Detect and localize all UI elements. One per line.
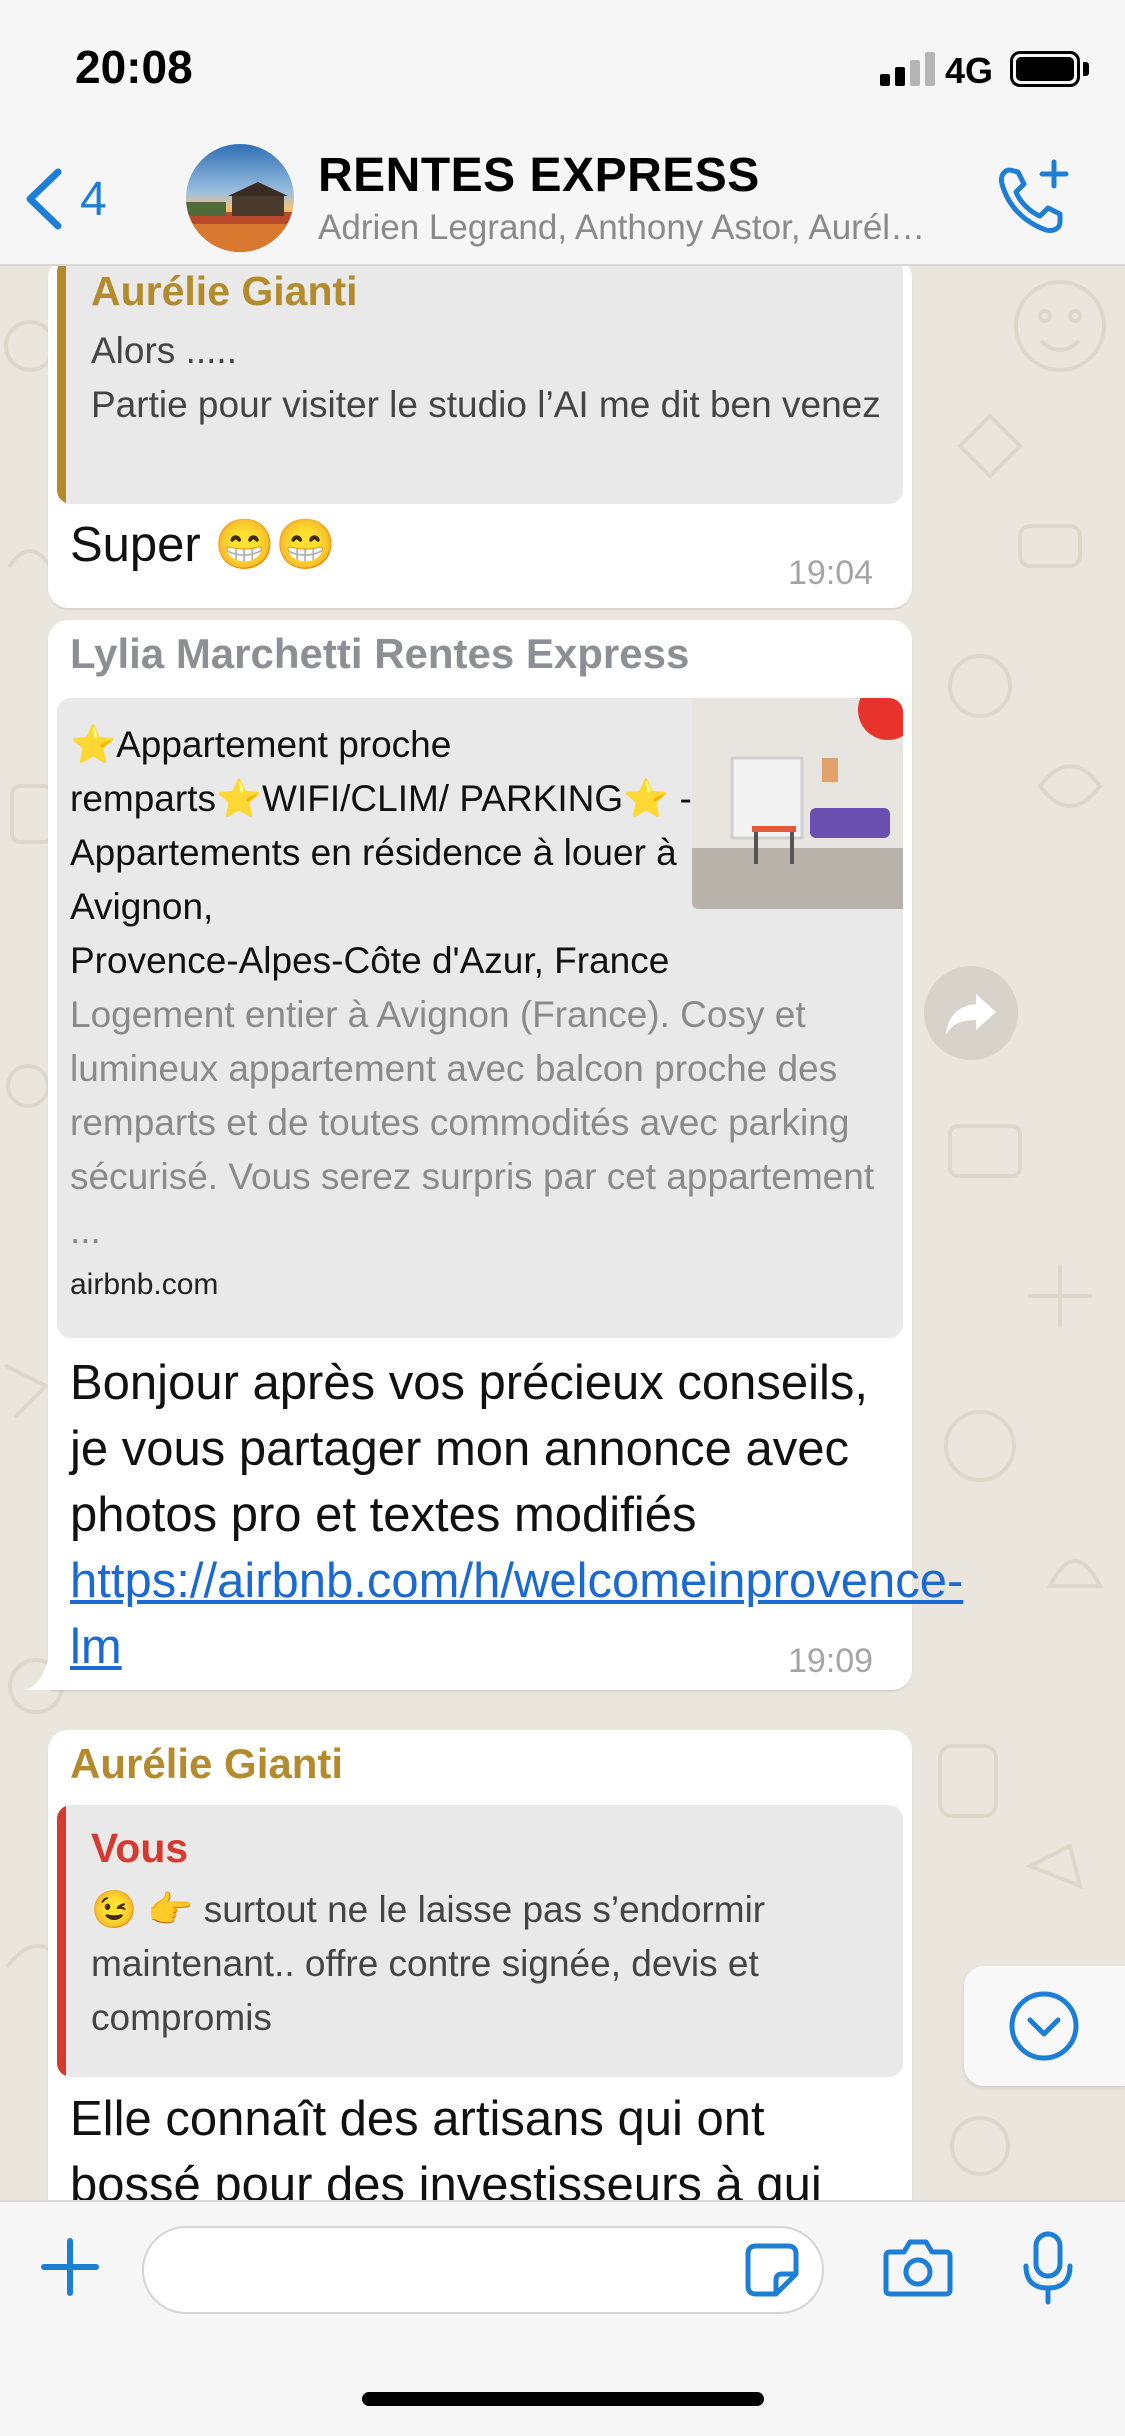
message-time: 19:04 [788,554,874,592]
quoted-message[interactable]: Vous 😉 👉 surtout ne le laisse pas s’endo… [57,1805,903,2077]
camera-icon [883,2239,953,2297]
home-indicator [362,2392,764,2406]
quoted-text: 😉 👉 surtout ne le laisse pas s’endormir … [91,1889,766,2038]
sticker-icon [745,2243,799,2297]
chevron-left-icon [26,168,62,230]
link-preview-title: ⭐Appartement proche remparts⭐WIFI/CLIM/ … [70,724,692,927]
link-preview-title-end: Provence-Alpes-Côte d'Azur, France [70,940,670,981]
status-time: 20:08 [75,41,193,93]
message-list[interactable]: Aurélie Gianti Alors ..... Partie pour v… [0,266,1125,2200]
message-body: Bonjour après vos précieux conseils, je … [70,1356,869,1542]
sender-name: Lylia Marchetti Rentes Express [70,630,690,677]
scroll-to-bottom-button[interactable] [964,1966,1125,2086]
battery-icon [1010,51,1080,87]
phone-plus-icon [999,159,1069,233]
message-bubble[interactable]: Lylia Marchetti Rentes Express ⭐Appartem… [48,620,963,1690]
message-text: Bonjour après vos précieux conseils, je … [70,1350,963,1680]
link-preview-domain: airbnb.com [70,1268,219,1301]
network-type: 4G [945,50,994,91]
signal-strength-icon [880,52,936,86]
message-text: Elle connaît des artisans qui ont bossé … [70,2092,822,2200]
link-preview-card[interactable]: ⭐Appartement proche remparts⭐WIFI/CLIM/ … [57,698,903,1338]
message-text: Super 😁😁 [70,518,337,572]
quoted-text: Alors ..... [91,330,237,371]
plus-icon [41,2238,99,2296]
attach-button[interactable] [40,2237,100,2297]
microphone-icon [1023,2231,1073,2305]
chat-title[interactable]: RENTES EXPRESS [318,148,760,203]
forward-button[interactable] [924,966,1018,1060]
chevron-down-circle-icon [1009,1991,1079,2061]
microphone-button[interactable] [1018,2230,1078,2306]
chat-header: 4 RENTES EXPRESS Adrien Legrand, Anthony… [0,134,1125,266]
status-bar: 20:08 4G [0,0,1125,134]
link-preview-description: Logement entier à Avignon (France). Cosy… [70,994,875,1251]
share-arrow-icon [946,994,996,1034]
camera-button[interactable] [882,2234,954,2300]
quoted-sender: Aurélie Gianti [91,268,358,314]
unread-count: 4 [80,173,107,226]
quoted-message[interactable]: Aurélie Gianti Alors ..... Partie pour v… [57,266,903,504]
participants-list[interactable]: Adrien Legrand, Anthony Astor, Aurél… [318,208,978,248]
sticker-button[interactable] [742,2240,802,2300]
back-button[interactable]: 4 [20,164,120,234]
add-call-button[interactable] [992,156,1076,240]
quoted-sender: Vous [91,1825,189,1871]
group-avatar[interactable] [186,144,294,252]
bubble-tail [26,1660,56,1690]
message-bubble[interactable]: Aurélie Gianti Vous 😉 👉 surtout ne le la… [48,1730,912,2200]
message-time: 19:09 [788,1642,874,1680]
sender-name: Aurélie Gianti [70,1740,344,1787]
quoted-text: Partie pour visiter le studio l’AI me di… [91,384,881,425]
message-bubble[interactable]: Aurélie Gianti Alors ..... Partie pour v… [48,266,912,608]
link-preview-image [692,698,903,909]
message-input[interactable] [142,2226,824,2314]
